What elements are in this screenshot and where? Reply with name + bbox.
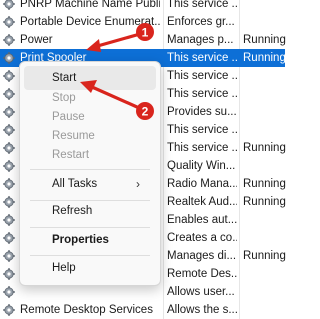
service-name: Portable Device Enumerat...	[20, 13, 160, 31]
service-description: Manages di...	[167, 247, 237, 265]
column-divider	[163, 121, 164, 139]
gear-icon	[3, 88, 15, 100]
service-status: Running	[243, 49, 293, 67]
gear-icon	[3, 142, 15, 154]
column-divider	[239, 67, 240, 85]
column-divider	[163, 0, 164, 13]
menu-separator	[30, 169, 150, 170]
menu-item-all-tasks[interactable]: All Tasks ›	[24, 172, 156, 196]
service-description: Provides su...	[167, 103, 237, 121]
column-divider	[163, 157, 164, 175]
column-divider	[163, 211, 164, 229]
menu-item-refresh[interactable]: Refresh	[24, 199, 156, 223]
column-divider	[163, 175, 164, 193]
chevron-right-icon: ›	[136, 172, 140, 196]
service-description: This service ...	[167, 67, 237, 85]
service-description: Remote Des...	[167, 265, 237, 283]
column-divider	[163, 13, 164, 31]
column-divider	[163, 265, 164, 283]
gear-icon	[3, 304, 15, 316]
column-divider	[239, 31, 240, 49]
column-divider	[163, 31, 164, 49]
service-status: Running	[243, 247, 293, 265]
service-description: Allows the s...	[167, 301, 237, 319]
service-description: Allows user...	[167, 283, 237, 301]
column-divider	[239, 229, 240, 247]
gear-icon	[3, 160, 15, 172]
service-name: PNRP Machine Name Publi...	[20, 0, 160, 13]
column-divider	[239, 85, 240, 103]
context-menu: Start Stop Pause Resume Restart All Task…	[19, 61, 161, 286]
column-divider	[163, 85, 164, 103]
column-divider	[239, 283, 240, 301]
service-description: This service ...	[167, 85, 237, 103]
menu-item-restart[interactable]: Restart	[24, 143, 156, 167]
service-description: This service ...	[167, 139, 237, 157]
service-status: Running	[243, 139, 293, 157]
service-description: Radio Mana...	[167, 175, 237, 193]
column-divider	[163, 247, 164, 265]
column-divider	[163, 103, 164, 121]
gear-icon	[3, 268, 15, 280]
column-divider	[239, 49, 240, 67]
service-description: This service ...	[167, 121, 237, 139]
column-divider	[239, 301, 240, 319]
column-divider	[239, 13, 240, 31]
column-divider	[163, 67, 164, 85]
service-description: Enforces gr...	[167, 13, 237, 31]
service-row[interactable]: PNRP Machine Name Publi... This service .…	[0, 0, 285, 13]
service-name: Remote Desktop Services	[20, 301, 160, 319]
gear-icon	[3, 106, 15, 118]
column-divider	[239, 247, 240, 265]
column-divider	[239, 0, 240, 13]
menu-item-all-tasks-label: All Tasks	[52, 178, 97, 190]
gear-icon	[3, 16, 15, 28]
service-description: Realtek Aud...	[167, 193, 237, 211]
column-divider	[239, 265, 240, 283]
service-description: Enables aut...	[167, 211, 237, 229]
column-divider	[163, 283, 164, 301]
gear-icon	[3, 70, 15, 82]
gear-icon	[3, 124, 15, 136]
service-description: This service ...	[167, 0, 237, 13]
column-divider	[163, 193, 164, 211]
service-name: Power	[20, 31, 160, 49]
menu-item-properties[interactable]: Properties	[24, 228, 156, 252]
column-divider	[239, 139, 240, 157]
column-divider	[239, 175, 240, 193]
menu-item-help[interactable]: Help	[24, 256, 156, 280]
service-row[interactable]: PowerManages p...Running	[0, 31, 285, 49]
column-divider	[163, 229, 164, 247]
gear-icon	[3, 0, 15, 10]
service-status: Running	[243, 193, 293, 211]
column-divider	[239, 211, 240, 229]
gear-icon	[3, 232, 15, 244]
gear-icon	[3, 178, 15, 190]
gear-icon	[3, 34, 15, 46]
service-row[interactable]: Portable Device Enumerat... Enforces gr..…	[0, 13, 285, 31]
column-divider	[239, 121, 240, 139]
gear-icon	[3, 196, 15, 208]
gear-icon	[3, 250, 15, 262]
column-divider	[163, 49, 164, 67]
column-divider	[163, 301, 164, 319]
column-divider	[239, 193, 240, 211]
column-divider	[239, 157, 240, 175]
gear-icon	[3, 214, 15, 226]
gear-icon	[3, 286, 15, 298]
column-divider	[163, 139, 164, 157]
service-row[interactable]: Remote Desktop Services Allows the s...	[0, 301, 285, 319]
gear-icon	[3, 52, 15, 64]
service-description: Quality Win...	[167, 157, 237, 175]
service-status: Running	[243, 175, 293, 193]
service-description: Creates a co...	[167, 229, 237, 247]
service-description: Manages p...	[167, 31, 237, 49]
service-description: This service ...	[167, 49, 237, 67]
service-status: Running	[243, 31, 293, 49]
column-divider	[239, 103, 240, 121]
